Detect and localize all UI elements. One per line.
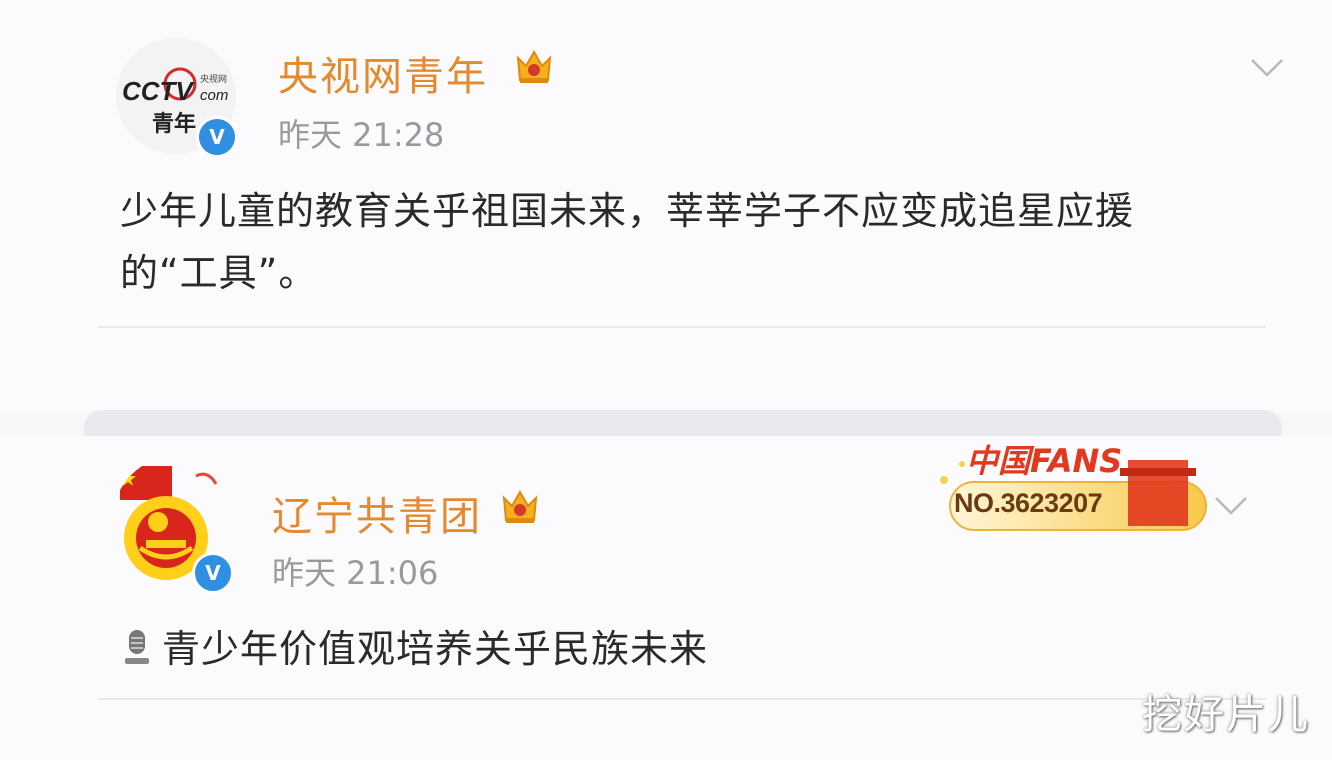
svg-text:com: com (200, 87, 228, 104)
post-content: 青少年价值观培养关乎民族未来 (162, 627, 709, 671)
divider (98, 698, 1266, 700)
microphone-icon (125, 630, 149, 664)
watermark: 挖好片儿 (1142, 692, 1310, 738)
chevron-down-icon[interactable] (1250, 58, 1284, 78)
chevron-down-icon[interactable] (1214, 496, 1248, 516)
post-content: 少年儿童的教育关乎祖国未来，莘莘学子不应变成追星应援 的“工具”。 (120, 180, 1134, 304)
verified-v-icon: V (196, 116, 238, 158)
fans-badge-title: 中国FANS (966, 442, 1122, 480)
account-name[interactable]: 央视网青年 (278, 44, 488, 102)
crown-vip-icon (502, 489, 538, 523)
fans-badge-number: NO.3623207 (954, 488, 1103, 518)
post-content-line-2: 的“工具”。 (120, 251, 318, 295)
svg-text:央视网: 央视网 (200, 73, 227, 85)
post-time: 昨天 21:28 (278, 116, 445, 154)
post-time: 昨天 21:06 (272, 554, 439, 592)
verified-v-icon: V (192, 552, 234, 594)
crown-vip-icon (516, 49, 552, 83)
account-name[interactable]: 辽宁共青团 (272, 484, 482, 542)
avatar-label: 青年 (152, 112, 197, 137)
svg-text:CCTV: CCTV (122, 76, 195, 106)
divider (98, 326, 1266, 328)
post-content-line-1: 少年儿童的教育关乎祖国未来，莘莘学子不应变成追星应援 (120, 189, 1135, 233)
